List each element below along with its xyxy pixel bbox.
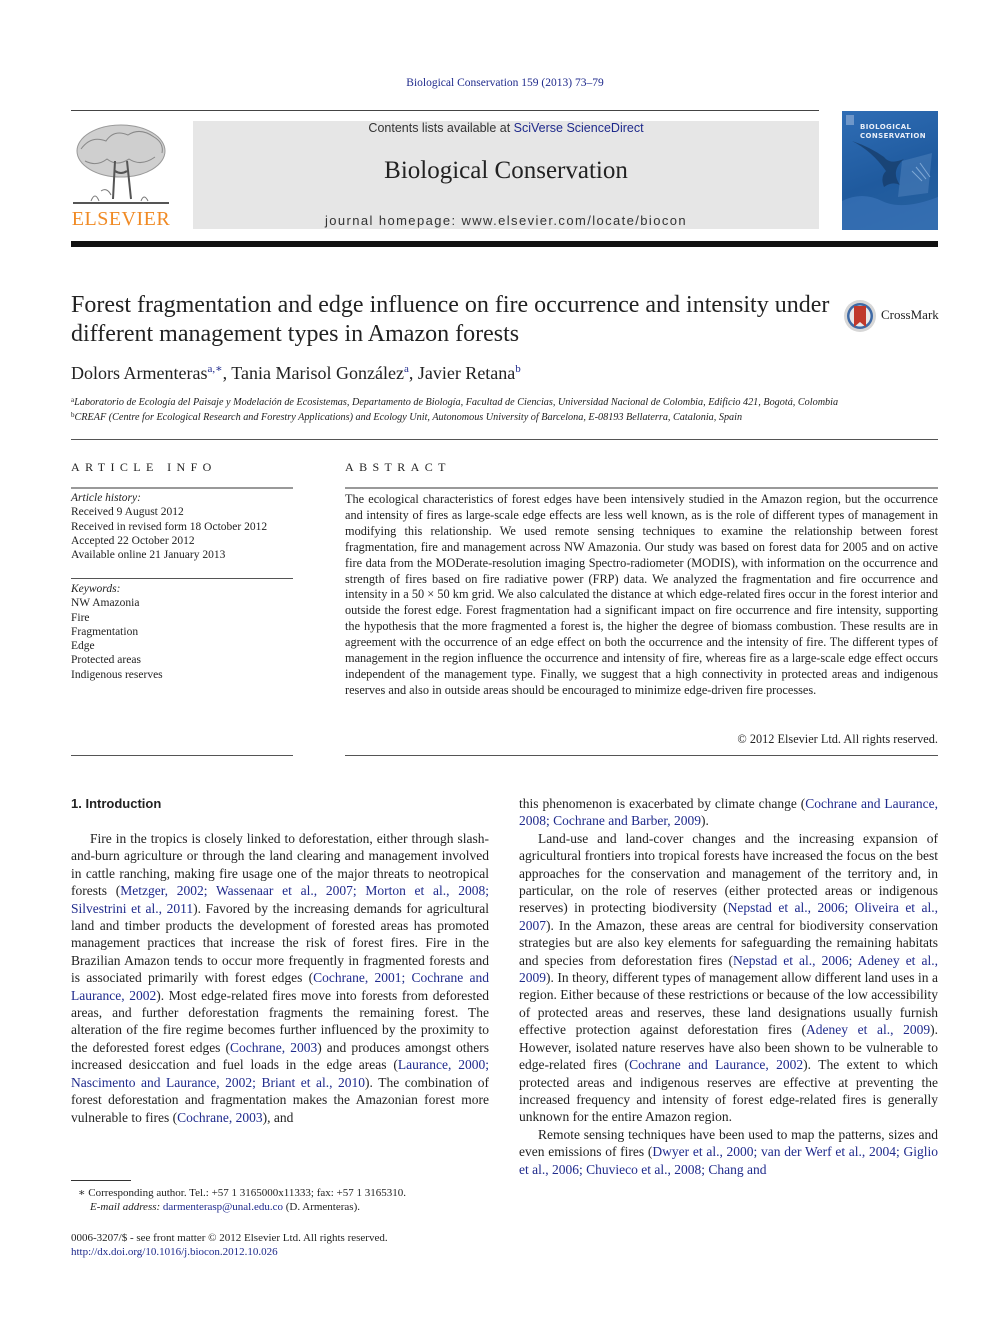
affiliation-text: Laboratorio de Ecología del Paisaje y Mo…	[74, 397, 839, 408]
email-label: E-mail address:	[90, 1201, 163, 1213]
citation-link[interactable]: Cochrane, 2003	[230, 1040, 317, 1055]
section-heading-introduction: 1. Introduction	[71, 796, 162, 811]
cover-title-line1: BIOLOGICAL	[860, 123, 912, 131]
journal-cover-thumbnail[interactable]: BIOLOGICAL CONSERVATION	[842, 111, 938, 230]
affiliation-rule	[71, 439, 938, 440]
article-history-label: Article history:	[71, 492, 141, 504]
author-list: Dolors Armenterasa,∗, Tania Marisol Gonz…	[71, 363, 521, 383]
citation-link[interactable]: Cochrane and Laurance, 2002	[629, 1057, 803, 1072]
keyword: Indigenous reserves	[71, 668, 163, 681]
article-history: Article history: Received 9 August 2012 …	[71, 491, 293, 562]
author-affiliation-mark[interactable]: a,∗	[207, 363, 222, 375]
corresponding-author-footnote: ∗ Corresponding author. Tel.: +57 1 3165…	[78, 1186, 498, 1214]
article-info-heading: ARTICLE INFO	[71, 460, 217, 474]
journal-name: Biological Conservation	[384, 157, 628, 184]
homepage-prefix: journal homepage:	[324, 213, 462, 228]
abstract-copyright: © 2012 Elsevier Ltd. All rights reserved…	[737, 732, 938, 746]
journal-homepage: journal homepage: www.elsevier.com/locat…	[193, 213, 819, 228]
body-text: ), and	[262, 1109, 294, 1125]
author-name[interactable]: Tania Marisol González	[231, 363, 404, 383]
paragraph: Land-use and land-cover changes and the …	[519, 830, 938, 1126]
issn-line: 0006-3207/$ - see front matter © 2012 El…	[71, 1232, 388, 1244]
article-title: Forest fragmentation and edge influence …	[71, 292, 830, 347]
affiliation-b: bCREAF (Centre for Ecological Research a…	[71, 411, 742, 423]
header-rule	[71, 110, 819, 111]
body-column-left: Fire in the tropics is closely linked to…	[71, 830, 489, 1126]
elsevier-tree-icon	[73, 124, 169, 204]
abstract-rule	[345, 487, 938, 489]
keywords-block: Keywords: NW Amazonia Fire Fragmentation…	[71, 582, 293, 682]
keyword: Edge	[71, 640, 95, 653]
citation-link[interactable]: Adeney et al., 2009	[806, 1022, 930, 1037]
article-info-rule	[71, 487, 293, 489]
history-accepted: Accepted 22 October 2012	[71, 534, 195, 547]
abstract-heading: ABSTRACT	[345, 460, 451, 474]
author-name[interactable]: Javier Retana	[418, 363, 515, 383]
affiliation-a: aLaboratorio de Ecología del Paisaje y M…	[71, 396, 838, 408]
crossmark-badge[interactable]: CrossMark	[843, 298, 943, 334]
email-line: E-mail address: darmenterasp@unal.edu.co…	[78, 1200, 498, 1214]
paragraph: Remote sensing techniques have been used…	[519, 1126, 938, 1178]
email-link[interactable]: darmenterasp@unal.edu.co	[163, 1201, 283, 1213]
contents-prefix: Contents lists available at	[368, 121, 514, 135]
crossmark-label: CrossMark	[881, 307, 939, 322]
body-column-right: this phenomenon is exacerbated by climat…	[519, 795, 938, 1178]
contents-availability: Contents lists available at SciVerse Sci…	[193, 121, 819, 135]
header-thick-rule	[71, 241, 938, 247]
history-online: Available online 21 January 2013	[71, 549, 226, 562]
doi-link[interactable]: http://dx.doi.org/10.1016/j.biocon.2012.…	[71, 1245, 501, 1259]
keyword: NW Amazonia	[71, 597, 140, 610]
issn-block: 0006-3207/$ - see front matter © 2012 El…	[71, 1231, 501, 1259]
elsevier-wordmark: ELSEVIER	[71, 208, 171, 230]
journal-citation[interactable]: Biological Conservation 159 (2013) 73–79	[0, 77, 992, 89]
journal-header-box: Contents lists available at SciVerse Sci…	[193, 121, 819, 229]
affiliation-text: CREAF (Centre for Ecological Research an…	[74, 412, 743, 423]
paragraph: Fire in the tropics is closely linked to…	[71, 830, 489, 1126]
footnote-rule	[71, 1180, 131, 1181]
author-affiliation-mark[interactable]: b	[515, 363, 521, 375]
sciencedirect-link[interactable]: SciVerse ScienceDirect	[514, 121, 644, 135]
citation-link[interactable]: Cochrane, 2003	[177, 1110, 262, 1125]
keyword: Fire	[71, 611, 90, 624]
homepage-url[interactable]: www.elsevier.com/locate/biocon	[461, 213, 687, 228]
keyword: Fragmentation	[71, 625, 139, 638]
keywords-label: Keywords:	[71, 583, 121, 595]
history-received: Received 9 August 2012	[71, 506, 184, 519]
keywords-rule	[71, 578, 293, 579]
history-revised: Received in revised form 18 October 2012	[71, 520, 268, 533]
abstract-bottom-rule	[345, 755, 938, 756]
crossmark-icon	[844, 300, 876, 332]
paragraph: this phenomenon is exacerbated by climat…	[519, 795, 938, 830]
article-info-bottom-rule	[71, 755, 293, 756]
abstract-body: The ecological characteristics of forest…	[345, 492, 938, 697]
body-text: this phenomenon is exacerbated by climat…	[519, 796, 806, 811]
author-name[interactable]: Dolors Armenteras	[71, 363, 207, 383]
email-suffix: (D. Armenteras).	[283, 1201, 360, 1213]
corresponding-author-contact: ∗ Corresponding author. Tel.: +57 1 3165…	[78, 1187, 407, 1199]
body-text: ).	[701, 813, 709, 829]
elsevier-logo[interactable]: ELSEVIER	[71, 121, 171, 230]
keyword: Protected areas	[71, 654, 141, 667]
author-affiliation-mark[interactable]: a	[404, 363, 409, 375]
cover-title: BIOLOGICAL CONSERVATION	[860, 123, 926, 141]
cover-title-line2: CONSERVATION	[860, 132, 926, 140]
